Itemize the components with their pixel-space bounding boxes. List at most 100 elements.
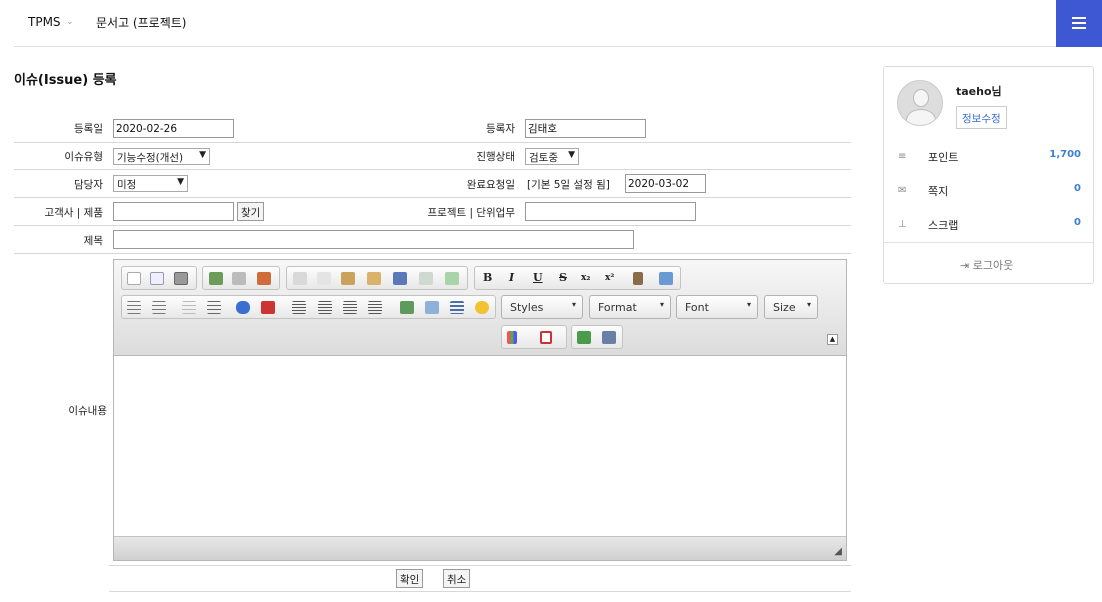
table-icon[interactable] [425,301,439,314]
horizontal-rule-icon[interactable] [450,301,464,314]
chevron-down-icon[interactable]: ⌄ [66,17,74,27]
print-icon[interactable] [174,272,188,285]
paste-text-icon[interactable] [367,272,381,285]
reg-date-input[interactable] [113,119,234,138]
align-justify-icon[interactable] [368,301,382,314]
form-row-subject: 제목 [14,226,851,254]
cancel-button[interactable]: 취소 [443,569,471,588]
show-blocks-icon[interactable] [602,331,616,344]
paste-icon[interactable] [341,272,355,285]
font-combo[interactable]: Font ▾ [676,295,758,319]
logout-link[interactable]: ⇥ 로그아웃 [960,257,1013,273]
blockquote-icon[interactable] [236,301,250,314]
text-color-icon[interactable] [507,331,517,344]
align-center-icon[interactable] [318,301,332,314]
maximize-icon[interactable] [577,331,591,344]
form-row-date: 등록일 등록자 [14,115,851,143]
smiley-icon[interactable] [475,301,489,314]
bulleted-list-icon[interactable] [152,301,166,314]
sidebar-item-points[interactable]: ≡ 포인트 1,700 [898,149,1081,165]
strike-button[interactable]: S [559,271,567,284]
preview-icon[interactable] [150,272,164,285]
remove-format-icon[interactable] [633,272,643,285]
hamburger-icon [1072,17,1086,19]
combo-arrow-icon: ▾ [571,300,576,309]
issue-type-select[interactable]: 기능수정(개선) ▼ [113,148,210,165]
editor-status-bar: ◢ [114,536,846,560]
reg-date-label: 등록일 [74,123,103,135]
points-value: 1,700 [1049,149,1081,160]
toolbar-group-document [121,266,197,290]
customer-label: 고객사 | 제품 [44,207,103,219]
dropdown-arrow-icon: ▼ [568,150,575,160]
form-row-customer: 고객사 | 제품 찾기 프로젝트 | 단위업무 [14,198,851,226]
new-page-icon[interactable] [127,272,141,285]
anchor-icon[interactable] [257,272,271,285]
sidebar-item-scrap[interactable]: ⊥ 스크랩 0 [898,217,1081,233]
toolbar-group-links [202,266,280,290]
collapse-toolbar-button[interactable]: ▲ [827,334,838,345]
user-sidebar: taeho님 정보수정 ≡ 포인트 1,700 ✉ 쪽지 0 ⊥ 스크랩 0 ⇥… [883,66,1094,284]
due-label: 완료요청일 [466,179,515,191]
div-container-icon[interactable] [261,301,275,314]
align-right-icon[interactable] [343,301,357,314]
format-combo[interactable]: Format ▾ [589,295,671,319]
paste-word-icon[interactable] [393,272,407,285]
cut-icon[interactable] [293,272,307,285]
toolbar-group-clipboard [286,266,468,290]
subscript-button[interactable]: x₂ [581,273,590,283]
styles-combo[interactable]: Styles ▾ [501,295,583,319]
combo-arrow-icon: ▾ [746,300,751,309]
align-left-icon[interactable] [292,301,306,314]
combo-arrow-icon: ▾ [806,300,811,309]
confirm-button[interactable]: 확인 [396,569,424,588]
find-button[interactable]: 찾기 [237,202,265,221]
indent-icon[interactable] [207,301,221,314]
nav-doc-project[interactable]: 문서고 (프로젝트) [96,14,186,31]
top-nav-bar: TPMS ⌄ 문서고 (프로젝트) [14,0,1102,47]
undo-icon[interactable] [419,272,433,285]
brand-menu[interactable]: TPMS [28,15,61,29]
editor-content-area[interactable] [114,356,846,537]
form-row-assignee: 담당자 미정 ▼ 완료요청일 [기본 5일 설정 됨] [14,170,851,198]
insert-image-icon[interactable] [400,301,414,314]
copy-icon[interactable] [317,272,331,285]
subject-input[interactable] [113,230,634,249]
bg-color-icon[interactable] [540,331,552,344]
database-icon: ≡ [898,151,907,162]
avatar [897,80,943,126]
project-input[interactable] [525,202,696,221]
pin-icon: ⊥ [898,219,907,230]
toolbar-group-colors [501,325,567,349]
page-title: 이슈(Issue) 등록 [14,73,117,88]
link-icon[interactable] [209,272,223,285]
superscript-button[interactable]: x² [605,273,614,283]
due-date-input[interactable] [625,174,706,193]
logout-icon: ⇥ [960,259,970,272]
status-select[interactable]: 검토중 ▼ [525,148,579,165]
unlink-icon[interactable] [232,272,246,285]
image-icon[interactable] [659,272,673,285]
hamburger-menu-button[interactable] [1056,0,1102,47]
redo-icon[interactable] [445,272,459,285]
registrant-label: 등록자 [486,123,515,135]
assignee-select[interactable]: 미정 ▼ [113,175,188,192]
registrant-input[interactable] [525,119,646,138]
customer-input[interactable] [113,202,234,221]
due-hint: [기본 5일 설정 됨] [527,179,610,191]
italic-button[interactable]: I [509,271,514,284]
envelope-icon: ✉ [898,185,907,196]
bold-button[interactable]: B [483,271,492,284]
underline-button[interactable]: U [533,271,543,284]
edit-info-button[interactable]: 정보수정 [956,106,1007,129]
sidebar-item-messages[interactable]: ✉ 쪽지 0 [898,183,1081,199]
resize-handle-icon[interactable]: ◢ [834,546,842,557]
size-combo[interactable]: Size ▾ [764,295,818,319]
dropdown-arrow-icon: ▼ [199,150,206,160]
outdent-icon[interactable] [182,301,196,314]
toolbar-group-basic-styles: B I U S x₂ x² [474,266,681,290]
project-label: 프로젝트 | 단위업무 [427,207,516,219]
numbered-list-icon[interactable] [127,301,141,314]
status-label: 진행상태 [476,151,515,163]
toolbar-group-tools [571,325,623,349]
